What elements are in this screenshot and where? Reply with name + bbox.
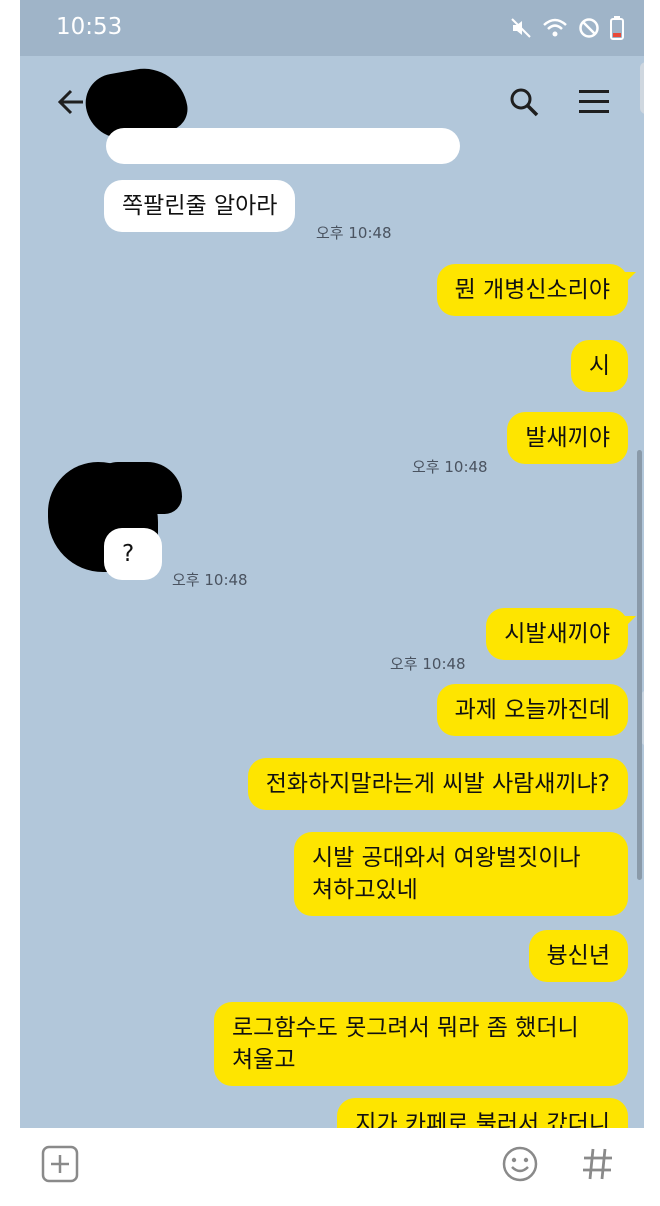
chat-screen: 10:53 쪽팔린줄 알아라 오후 10:48 뭔 개병신소리야 시 발새끼야 … [20,0,644,1128]
message-text: 븅신년 [546,943,610,969]
status-bar: 10:53 [20,0,644,56]
message-text: 지가 카페로 불러서 갔더니 [355,1111,610,1128]
message-time: 오후 10:48 [316,224,392,242]
message-text: 시발새끼야 [504,621,610,647]
message-bubble-outgoing: 시 [570,340,628,392]
message-bubble-incoming: 쪽팔린줄 알아라 [104,180,296,232]
message-time: 오후 10:48 [172,571,248,589]
search-icon [510,88,539,117]
message-text-line: 로그함수도 못그려서 뭐라 좀 했더니 [232,1015,579,1041]
hashtag-button[interactable] [576,1142,620,1186]
message-bubble-outgoing: 뭔 개병신소리야 [436,264,628,316]
message-text: 전화하지말라는게 씨발 사람새끼냐? [265,771,610,797]
message-time: 오후 10:48 [390,655,466,673]
emoji-icon [502,1146,538,1182]
message-time: 오후 10:48 [412,458,488,476]
message-text: 쪽팔린줄 알아라 [122,193,278,219]
message-text: 시 [588,353,610,379]
search-button[interactable] [504,82,544,122]
message-bubble-outgoing: 전화하지말라는게 씨발 사람새끼냐? [247,758,628,810]
scrollbar[interactable] [637,450,642,880]
wifi-icon [543,18,567,37]
add-icon [41,1145,79,1183]
message-bubble-outgoing: 븅신년 [528,930,628,982]
message-bubble-outgoing: 시발새끼야 [486,608,628,660]
message-text: ? [122,541,135,567]
message-text-line: 시발 공대와서 여왕벌짓이나 [312,845,581,871]
emoji-button[interactable] [498,1142,542,1186]
message-bubble-outgoing: 로그함수도 못그려서 뭐라 좀 했더니 쳐울고 [214,1002,628,1086]
status-time: 10:53 [56,14,123,40]
message-bubble-partial [106,128,460,164]
back-button[interactable] [50,82,90,122]
message-text-line: 쳐하고있네 [312,877,418,903]
do-not-disturb-icon [579,18,599,38]
back-arrow-icon [57,89,83,115]
avatar-redaction [92,462,182,514]
message-bubble-outgoing: 발새끼야 [507,412,628,464]
edge-panel-handle[interactable] [640,62,644,114]
menu-button[interactable] [574,82,614,122]
message-text: 뭔 개병신소리야 [454,277,610,303]
message-text: 과제 오늘까진데 [454,697,610,723]
battery-icon [610,16,624,40]
message-text: 발새끼야 [525,425,610,451]
menu-icon [579,90,609,113]
message-bubble-outgoing: 과제 오늘까진데 [436,684,628,736]
add-button[interactable] [38,1142,82,1186]
hash-icon [583,1148,612,1180]
message-bubble-outgoing: 지가 카페로 불러서 갔더니 [337,1098,628,1128]
message-text-line: 쳐울고 [232,1047,296,1073]
message-bubble-outgoing: 시발 공대와서 여왕벌짓이나 쳐하고있네 [294,832,628,916]
message-bubble-incoming: ? [104,528,162,580]
input-bar [0,1128,660,1206]
mute-icon [511,18,531,38]
